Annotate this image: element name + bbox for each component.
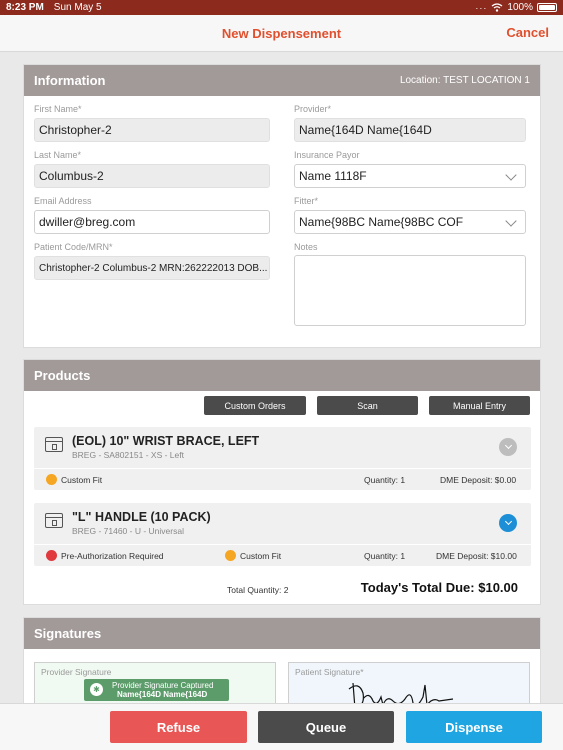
fitter-label: Fitter*	[294, 196, 319, 206]
dispense-button[interactable]: Dispense	[406, 711, 542, 743]
orange-dot-icon	[46, 474, 57, 485]
products-title: Products	[34, 368, 91, 383]
location-label: Location: TEST LOCATION 1	[399, 75, 530, 86]
product-subtitle: BREG - 71460 - U - Universal	[72, 526, 184, 536]
custom-fit-tag: Custom Fit	[225, 550, 281, 561]
products-header: Products	[24, 360, 540, 391]
chevron-down-icon[interactable]	[499, 438, 517, 456]
tag-label: Pre-Authorization Required	[61, 550, 164, 561]
signatures-card: Signatures Provider Signature ✱ Provider…	[23, 617, 541, 718]
patient-signature-label: Patient Signature*	[295, 667, 364, 677]
email-label: Email Address	[34, 196, 92, 206]
notes-textarea[interactable]	[294, 255, 526, 326]
manual-entry-button[interactable]: Manual Entry	[429, 396, 530, 415]
wifi-icon	[492, 3, 503, 12]
battery-percent: 100%	[507, 2, 533, 13]
products-toolbar: Custom Orders Scan Manual Entry	[204, 396, 530, 415]
patient-code-field[interactable]: Christopher-2 Columbus-2 MRN:262222013 D…	[34, 256, 270, 280]
product-details: Custom Fit Quantity: 1 DME Deposit: $0.0…	[34, 468, 531, 490]
product-header[interactable]: (EOL) 10" WRIST BRACE, LEFT BREG - SA802…	[34, 427, 531, 467]
custom-orders-button[interactable]: Custom Orders	[204, 396, 306, 415]
information-title: Information	[34, 73, 106, 88]
cancel-button[interactable]: Cancel	[506, 25, 549, 40]
product-name: "L" HANDLE (10 PACK)	[72, 510, 211, 524]
last-name-label: Last Name*	[34, 150, 82, 160]
more-dots-icon: ···	[475, 2, 488, 13]
total-due: Today's Total Due: $10.00	[360, 580, 518, 595]
custom-fit-tag: Custom Fit	[46, 474, 102, 485]
pre-auth-tag: Pre-Authorization Required	[46, 550, 164, 561]
battery-icon	[537, 3, 557, 12]
box-icon	[45, 513, 63, 528]
signature-captured-badge: ✱ Provider Signature Captured Name{164D …	[84, 679, 229, 701]
last-name-field[interactable]: Columbus-2	[34, 164, 270, 188]
captured-provider-name: Name{164D Name{164D	[117, 690, 208, 699]
chevron-down-icon	[505, 215, 517, 227]
products-card: Products Custom Orders Scan Manual Entry…	[23, 359, 541, 605]
provider-field[interactable]: Name{164D Name{164D	[294, 118, 526, 142]
product-header[interactable]: "L" HANDLE (10 PACK) BREG - 71460 - U - …	[34, 503, 531, 543]
fitter-value: Name{98BC Name{98BC COF	[299, 215, 464, 229]
insurance-label: Insurance Payor	[294, 150, 360, 160]
product-item: (EOL) 10" WRIST BRACE, LEFT BREG - SA802…	[34, 427, 531, 490]
tag-label: Custom Fit	[240, 550, 282, 561]
chevron-down-icon[interactable]	[499, 514, 517, 532]
status-date: Sun May 5	[53, 2, 102, 13]
page-title: New Dispensement	[221, 25, 342, 41]
action-bar: Refuse Queue Dispense	[0, 703, 563, 750]
red-dot-icon	[46, 550, 57, 561]
status-time: 8:23 PM	[6, 2, 44, 13]
status-bar: 8:23 PM Sun May 5 ··· 100%	[0, 0, 563, 15]
check-badge-icon: ✱	[90, 683, 103, 696]
first-name-label: First Name*	[34, 104, 82, 114]
insurance-value: Name 1118F	[299, 169, 367, 183]
notes-label: Notes	[294, 242, 318, 252]
product-quantity: Quantity: 1	[364, 551, 406, 561]
signatures-header: Signatures	[24, 618, 540, 649]
refuse-button[interactable]: Refuse	[110, 711, 247, 743]
product-deposit: DME Deposit: $10.00	[436, 551, 517, 561]
provider-signature-label: Provider Signature	[41, 667, 112, 677]
product-subtitle: BREG - SA802151 - XS - Left	[72, 450, 184, 460]
first-name-field[interactable]: Christopher-2	[34, 118, 270, 142]
scan-button[interactable]: Scan	[317, 396, 418, 415]
provider-label: Provider*	[294, 104, 332, 114]
box-icon	[45, 437, 63, 452]
queue-button[interactable]: Queue	[258, 711, 394, 743]
captured-text: Provider Signature Captured	[112, 681, 214, 690]
fitter-select[interactable]: Name{98BC Name{98BC COF	[294, 210, 526, 234]
chevron-down-icon	[505, 169, 517, 181]
information-card: Information Location: TEST LOCATION 1 Fi…	[23, 64, 541, 348]
information-header: Information Location: TEST LOCATION 1	[24, 65, 540, 96]
product-item: "L" HANDLE (10 PACK) BREG - 71460 - U - …	[34, 503, 531, 566]
signatures-title: Signatures	[34, 626, 102, 641]
product-details: Pre-Authorization Required Custom Fit Qu…	[34, 544, 531, 566]
orange-dot-icon	[225, 550, 236, 561]
total-quantity: Total Quantity: 2	[227, 585, 289, 595]
product-name: (EOL) 10" WRIST BRACE, LEFT	[72, 434, 260, 448]
status-right: ··· 100%	[475, 2, 557, 13]
insurance-select[interactable]: Name 1118F	[294, 164, 526, 188]
product-deposit: DME Deposit: $0.00	[440, 475, 517, 485]
product-quantity: Quantity: 1	[364, 475, 406, 485]
nav-bar: New Dispensement Cancel	[0, 15, 563, 52]
tag-label: Custom Fit	[61, 474, 103, 485]
patient-code-label: Patient Code/MRN*	[34, 242, 113, 252]
email-field[interactable]: dwiller@breg.com	[34, 210, 270, 234]
